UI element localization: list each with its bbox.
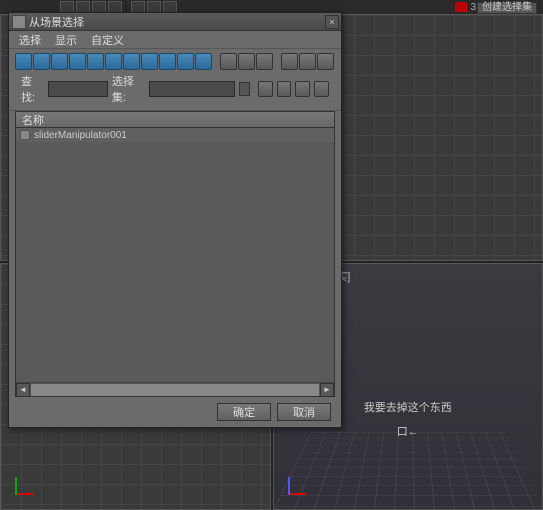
filter-xrefs-icon[interactable] (141, 53, 158, 70)
menu-custom[interactable]: 自定义 (91, 32, 124, 48)
filter-shapes-icon[interactable] (33, 53, 50, 70)
viewport-annotation-text: 我要去掉这个东西 (364, 399, 452, 415)
menu-select[interactable]: 选择 (19, 32, 41, 48)
filter-helpers-icon[interactable] (87, 53, 104, 70)
create-selection-set-tab[interactable]: 创建选择集 (477, 2, 537, 14)
dialog-titlebar[interactable]: 从场景选择 × (9, 13, 341, 31)
select-invert-icon[interactable] (256, 53, 273, 70)
magnet-icon[interactable] (455, 2, 467, 12)
column-config-3-icon[interactable] (295, 81, 310, 97)
filter-containers-icon[interactable] (177, 53, 194, 70)
list-header-name[interactable]: 名称 (16, 112, 334, 128)
selection-set-dropdown-icon[interactable] (239, 82, 250, 96)
cancel-button[interactable]: 取消 (277, 403, 331, 421)
axis-gizmo-icon (15, 465, 45, 495)
selection-set-label: 选择集: (112, 73, 145, 105)
find-input[interactable] (48, 81, 108, 97)
dialog-button-row: 确定 取消 (9, 397, 341, 427)
filter-geometry-icon[interactable] (15, 53, 32, 70)
find-label: 查找: (21, 73, 44, 105)
filter-bones-icon[interactable] (159, 53, 176, 70)
filter-frozen-icon[interactable] (195, 53, 212, 70)
select-none-icon[interactable] (238, 53, 255, 70)
dialog-toolbar: 查找: 选择集: (9, 49, 341, 111)
column-config-1-icon[interactable] (258, 81, 273, 97)
object-list: 名称 sliderManipulator001 ◄ ► (15, 111, 335, 397)
dialog-menubar: 选择 显示 自定义 (9, 31, 341, 49)
collapse-all-icon[interactable] (299, 53, 316, 70)
filter-spacewarps-icon[interactable] (105, 53, 122, 70)
object-name: sliderManipulator001 (34, 130, 127, 141)
dialog-title: 从场景选择 (29, 14, 325, 30)
scroll-left-button[interactable]: ◄ (16, 383, 30, 397)
column-config-4-icon[interactable] (314, 81, 329, 97)
filter-groups-icon[interactable] (123, 53, 140, 70)
ok-button[interactable]: 确定 (217, 403, 271, 421)
axis-gizmo-icon (288, 465, 318, 495)
filter-lights-icon[interactable] (51, 53, 68, 70)
select-from-scene-dialog: 从场景选择 × 选择 显示 自定义 (8, 12, 342, 428)
list-body[interactable]: sliderManipulator001 (16, 128, 334, 382)
menu-display[interactable]: 显示 (55, 32, 77, 48)
dialog-icon (12, 15, 26, 29)
selection-set-input[interactable] (149, 81, 235, 97)
close-button[interactable]: × (325, 15, 339, 29)
view-mode-icon[interactable] (317, 53, 334, 70)
horizontal-scrollbar[interactable]: ◄ ► (16, 382, 334, 396)
filter-cameras-icon[interactable] (69, 53, 86, 70)
column-config-2-icon[interactable] (277, 81, 292, 97)
scroll-right-button[interactable]: ► (320, 383, 334, 397)
select-all-icon[interactable] (220, 53, 237, 70)
scroll-track[interactable] (30, 383, 320, 397)
expand-all-icon[interactable] (281, 53, 298, 70)
object-type-icon (20, 130, 30, 140)
list-item[interactable]: sliderManipulator001 (16, 128, 334, 142)
viewport-annotation-marker: 口← (397, 423, 419, 439)
angle-readout: 3 (471, 2, 477, 13)
